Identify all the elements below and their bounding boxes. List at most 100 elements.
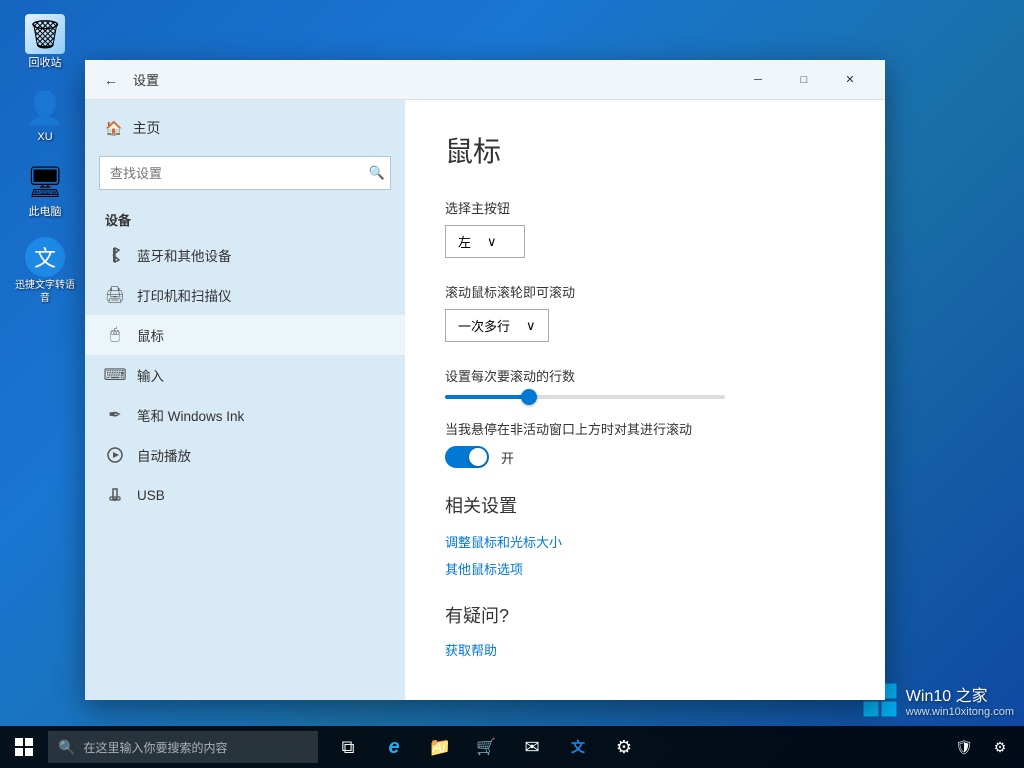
taskbar-search[interactable]: 🔍 在这里输入你要搜索的内容 (48, 731, 318, 763)
start-icon (14, 737, 34, 757)
slider-fill (445, 395, 529, 399)
tray-icon-1[interactable]: 🛡 (948, 726, 980, 768)
sidebar-item-usb[interactable]: USB (85, 475, 405, 515)
recycle-bin-icon[interactable]: 🗑 回收站 (10, 10, 80, 74)
window-titlebar: ← 设置 ─ □ ✕ (85, 60, 885, 100)
back-button[interactable]: ← (97, 66, 125, 94)
user-folder-icon[interactable]: 👤 XU (10, 84, 80, 148)
mouse-label: 鼠标 (137, 325, 164, 345)
close-button[interactable]: ✕ (827, 64, 873, 96)
task-view-button[interactable]: ⧉ (326, 726, 370, 768)
store-button[interactable]: 🛒 (464, 726, 508, 768)
lines-slider-section: 设置每次要滚动的行数 (445, 366, 845, 399)
faq-title: 有疑问? (445, 602, 845, 628)
get-help-link[interactable]: 获取帮助 (445, 640, 845, 659)
slider-track[interactable] (445, 395, 725, 399)
app-shortcut-img: 文 (25, 237, 65, 277)
primary-button-label: 选择主按钮 (445, 198, 845, 217)
search-icon: 🔍 (369, 165, 385, 181)
shield-tray-icon: 🛡 (955, 739, 973, 756)
my-computer-icon[interactable]: 🖥 此电脑 (10, 159, 80, 223)
sidebar-item-autoplay[interactable]: 自动播放 (85, 435, 405, 475)
sidebar: 🏠 主页 🔍 设备 蓝牙和其他设备 🖨 打印机和扫描仪 (85, 100, 405, 700)
sidebar-item-printers[interactable]: 🖨 打印机和扫描仪 (85, 275, 405, 315)
inactive-scroll-label: 当我悬停在非活动窗口上方时对其进行滚动 (445, 419, 845, 438)
inactive-scroll-toggle[interactable] (445, 446, 489, 468)
taskbar-search-icon: 🔍 (58, 739, 75, 756)
related-link-cursor-size[interactable]: 调整鼠标和光标大小 (445, 532, 845, 551)
slider-thumb[interactable] (521, 389, 537, 405)
win10-subtitle: www.win10xitong.com (906, 706, 1014, 718)
autoplay-icon (105, 445, 125, 465)
main-content: 鼠标 选择主按钮 左 ∨ 滚动鼠标滚轮即可滚动 一次多行 ∨ (405, 100, 885, 700)
page-title: 鼠标 (445, 130, 845, 170)
edge-button[interactable]: e (372, 726, 416, 768)
sidebar-item-pen[interactable]: ✒ 笔和 Windows Ink (85, 395, 405, 435)
app1-button[interactable]: 文 (556, 726, 600, 768)
tray-settings-icon[interactable]: ⚙ (984, 726, 1016, 768)
scroll-dropdown[interactable]: 一次多行 ∨ (445, 309, 549, 342)
usb-label: USB (137, 488, 165, 503)
sidebar-item-mouse[interactable]: 🖱 鼠标 (85, 315, 405, 355)
window-body: 🏠 主页 🔍 设备 蓝牙和其他设备 🖨 打印机和扫描仪 (85, 100, 885, 700)
edge-icon: e (388, 736, 399, 759)
app-shortcut-icon[interactable]: 文 迅捷文字转语音 (10, 233, 80, 309)
inactive-scroll-section: 当我悬停在非活动窗口上方时对其进行滚动 开 (445, 419, 845, 468)
search-input[interactable] (99, 156, 391, 190)
settings-button[interactable]: ⚙ (602, 726, 646, 768)
window-controls: ─ □ ✕ (735, 64, 873, 96)
maximize-button[interactable]: □ (781, 64, 827, 96)
scroll-section: 滚动鼠标滚轮即可滚动 一次多行 ∨ (445, 282, 845, 342)
window-title: 设置 (133, 70, 159, 89)
sidebar-section-title: 设备 (85, 198, 405, 235)
toggle-knob (469, 448, 487, 466)
settings-window: ← 设置 ─ □ ✕ 🏠 主页 🔍 设备 (85, 60, 885, 700)
autoplay-label: 自动播放 (137, 445, 191, 465)
start-button[interactable] (0, 726, 48, 768)
primary-button-section: 选择主按钮 左 ∨ (445, 198, 845, 258)
toggle-row: 开 (445, 446, 845, 468)
usb-icon (105, 485, 125, 505)
sidebar-item-bluetooth[interactable]: 蓝牙和其他设备 (85, 235, 405, 275)
related-link-mouse-options[interactable]: 其他鼠标选项 (445, 559, 845, 578)
sidebar-home[interactable]: 🏠 主页 (85, 108, 405, 148)
my-computer-img: 🖥 (25, 163, 65, 203)
slider-row (445, 395, 845, 399)
mail-button[interactable]: ✉ (510, 726, 554, 768)
store-icon: 🛒 (476, 737, 496, 757)
sidebar-item-input[interactable]: ⌨ 输入 (85, 355, 405, 395)
recycle-bin-img: 🗑 (25, 14, 65, 54)
bluetooth-icon (105, 245, 125, 265)
pen-label: 笔和 Windows Ink (137, 405, 244, 425)
mail-icon: ✉ (524, 737, 539, 758)
settings-icon: ⚙ (616, 737, 632, 758)
user-folder-img: 👤 (25, 88, 65, 128)
taskbar: 🔍 在这里输入你要搜索的内容 ⧉ e 📁 🛒 ✉ 文 ⚙ (0, 726, 1024, 768)
ai-label: Ai (433, 739, 445, 755)
desktop: 🗑 回收站 👤 XU 🖥 此电脑 文 迅捷文字转语音 Win10 之家 www.… (0, 0, 1024, 768)
keyboard-icon: ⌨ (105, 365, 125, 385)
taskbar-search-placeholder: 在这里输入你要搜索的内容 (83, 739, 227, 756)
desktop-icons-container: 🗑 回收站 👤 XU 🖥 此电脑 文 迅捷文字转语音 (10, 10, 80, 309)
app1-icon: 文 (571, 737, 585, 757)
sidebar-search-container: 🔍 (99, 156, 391, 190)
task-view-icon: ⧉ (342, 737, 355, 758)
win10-title: Win10 之家 (906, 682, 1014, 706)
user-folder-label: XU (37, 130, 52, 144)
related-settings-section: 相关设置 调整鼠标和光标大小 其他鼠标选项 (445, 492, 845, 578)
scroll-dropdown-chevron-icon: ∨ (526, 318, 536, 334)
ai-button[interactable]: Ai (415, 726, 463, 768)
taskbar-app-icons: ⧉ e 📁 🛒 ✉ 文 ⚙ (326, 726, 646, 768)
home-icon: 🏠 (105, 120, 122, 137)
printer-icon: 🖨 (105, 285, 125, 305)
my-computer-label: 此电脑 (29, 205, 62, 219)
pen-icon: ✒ (105, 405, 125, 425)
minimize-button[interactable]: ─ (735, 64, 781, 96)
related-title: 相关设置 (445, 492, 845, 518)
toggle-state-label: 开 (501, 448, 514, 467)
faq-section: 有疑问? 获取帮助 (445, 602, 845, 659)
mouse-icon: 🖱 (105, 325, 125, 345)
primary-button-dropdown[interactable]: 左 ∨ (445, 225, 525, 258)
scroll-label: 滚动鼠标滚轮即可滚动 (445, 282, 845, 301)
primary-button-value: 左 (458, 232, 471, 251)
